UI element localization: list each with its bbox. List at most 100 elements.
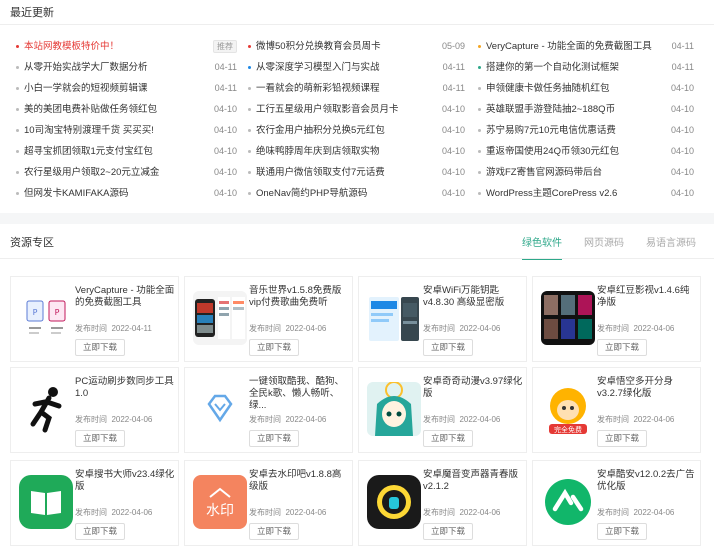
capture-app-icon[interactable]: PP	[19, 291, 73, 345]
recent-item-title[interactable]: VeryCapture - 功能全面的免费截图工具	[486, 36, 664, 57]
download-button[interactable]: 立即下载	[423, 430, 473, 447]
download-button[interactable]: 立即下载	[597, 430, 647, 447]
recent-item[interactable]: 重返帝国使用24Q币领30元红包 04-10	[478, 141, 694, 162]
resource-card-title[interactable]: 安卓悟空多开分身v3.2.7绿化版	[597, 376, 697, 400]
recent-item-title[interactable]: 英雄联盟手游登陆抽2~188Q币	[486, 99, 664, 120]
monkey-king-icon[interactable]: 完全免费	[541, 382, 595, 436]
coolapk-icon[interactable]	[541, 475, 595, 529]
download-button[interactable]: 立即下载	[75, 523, 125, 540]
recent-item-title[interactable]: 重返帝国使用24Q币领30元红包	[486, 141, 664, 162]
recent-item-title[interactable]: 10司淘宝特别渡理千货 买买买!	[24, 120, 204, 141]
resource-card[interactable]: 安卓魔音变声器青春版v2.1.2 发布时间 2022-04-06 立即下载	[358, 460, 527, 546]
book-app-icon[interactable]	[19, 475, 73, 529]
watermark-app-icon[interactable]: 水印	[193, 475, 247, 529]
recent-item-title[interactable]: 本站网教模板特价中！	[24, 36, 204, 57]
recent-item-title[interactable]: 苏宁易购7元10元电信优惠话费	[486, 120, 664, 141]
download-button[interactable]: 立即下载	[597, 339, 647, 356]
recent-item-title[interactable]: OneNav简约PHP导航源码	[256, 183, 436, 204]
download-button[interactable]: 立即下载	[249, 430, 299, 447]
wifi-key-app-icon[interactable]	[367, 291, 421, 345]
resource-card-title[interactable]: 安卓酷安v12.0.2去广告优化版	[597, 469, 697, 493]
music-world-app-icon[interactable]	[193, 291, 247, 345]
recent-item[interactable]: 微博50积分兑换教育会员周卡 05-09	[248, 36, 465, 57]
recent-item[interactable]: 小白一学就会的短视频剪辑课 04-11	[16, 78, 237, 99]
download-button[interactable]: 立即下载	[75, 339, 125, 356]
recent-item[interactable]: 游戏FZ寄售官网源码带后台 04-10	[478, 162, 694, 183]
resource-card-title[interactable]: 安卓奇奇动漫v3.97绿化版	[423, 376, 523, 400]
recent-item[interactable]: 工行五星级用户领取影音会员月卡 04-10	[248, 99, 465, 120]
download-button[interactable]: 立即下载	[423, 339, 473, 356]
resource-card-title[interactable]: PC运动刷步数同步工具1.0	[75, 376, 175, 400]
recent-item-title[interactable]: 绝味鸭脖周年庆到店领取实物	[256, 141, 436, 162]
tab-web-source[interactable]: 网页源码	[584, 234, 624, 260]
recent-item[interactable]: 本站网教模板特价中！ 推荐	[16, 36, 237, 57]
resource-card-title[interactable]: 安卓红豆影视v1.4.6纯净版	[597, 285, 697, 309]
recent-item-title[interactable]: 超寻宝抓团领取1元支付宝红包	[24, 141, 204, 162]
resource-card[interactable]: 安卓奇奇动漫v3.97绿化版 发布时间 2022-04-06 立即下载	[358, 367, 527, 453]
recent-item-title[interactable]: 一看就会的萌新彩铅视频课程	[256, 78, 436, 99]
resource-card-title[interactable]: 安卓搜书大师v23.4绿化版	[75, 469, 175, 493]
tab-easy-language-source[interactable]: 易语言源码	[646, 234, 696, 260]
tab-green-software[interactable]: 绿色软件	[522, 234, 562, 260]
recent-item-title[interactable]: 微博50积分兑换教育会员周卡	[256, 36, 436, 57]
resource-card[interactable]: 水印 安卓去水印吧v1.8.8高级版 发布时间 2022-04-06 立即下载	[184, 460, 353, 546]
download-button[interactable]: 立即下载	[249, 339, 299, 356]
resource-card-title[interactable]: 音乐世界v1.5.8免费版vip付费歌曲免费听	[249, 285, 349, 309]
voice-changer-icon[interactable]	[367, 475, 421, 529]
running-man-icon[interactable]	[19, 382, 73, 436]
download-button[interactable]: 立即下载	[75, 430, 125, 447]
diamond-shape-icon[interactable]	[193, 382, 247, 436]
recent-item-title[interactable]: 联通用户微信领取支付7元话费	[256, 162, 436, 183]
recent-item-title[interactable]: 工行五星级用户领取影音会员月卡	[256, 99, 436, 120]
recent-item[interactable]: 英雄联盟手游登陆抽2~188Q币 04-10	[478, 99, 694, 120]
recent-item-title[interactable]: 从零开始实战学大厂数据分析	[24, 57, 204, 78]
recent-item[interactable]: 申领健康卡做任务抽随机红包 04-10	[478, 78, 694, 99]
resource-card-title[interactable]: 安卓魔音变声器青春版v2.1.2	[423, 469, 523, 493]
recent-item[interactable]: WordPress主题CorePress v2.6 04-10	[478, 183, 694, 204]
resource-card[interactable]: 安卓酷安v12.0.2去广告优化版 发布时间 2022-04-06 立即下载	[532, 460, 701, 546]
recent-item[interactable]: 从零开始实战学大厂数据分析 04-11	[16, 57, 237, 78]
resource-card[interactable]: P P VeryCapture - 功能全面的免费截图工具 发布时间 2022-04-…	[10, 276, 179, 362]
recent-item-title[interactable]: 但网发卡KAMIFAKA源码	[24, 183, 204, 204]
download-button[interactable]: 立即下载	[423, 523, 473, 540]
resource-card[interactable]: 一键领取酷我、酷狗、全民k歌、懒人畅听、绿... 发布时间 2022-04-06 立…	[184, 367, 353, 453]
download-button[interactable]: 立即下载	[597, 523, 647, 540]
recent-item-title[interactable]: 游戏FZ寄售官网源码带后台	[486, 162, 664, 183]
recent-item-title[interactable]: 农行星级用户领取2~20元立减金	[24, 162, 204, 183]
recent-item[interactable]: OneNav简约PHP导航源码 04-10	[248, 183, 465, 204]
recent-item[interactable]: 从零深度学习模型入门与实战 04-11	[248, 57, 465, 78]
recent-item[interactable]: 10司淘宝特别渡理千货 买买买! 04-10	[16, 120, 237, 141]
recent-item[interactable]: 绝味鸭脖周年庆到店领取实物 04-10	[248, 141, 465, 162]
resource-card[interactable]: 完全免费 安卓悟空多开分身v3.2.7绿化版 发布时间 2022-04-06 立即下载	[532, 367, 701, 453]
recent-item-title[interactable]: 美的美团电费补贴做任务领红包	[24, 99, 204, 120]
recent-item[interactable]: 搭建你的第一个自动化测试框架 04-11	[478, 57, 694, 78]
recent-item-title[interactable]: 小白一学就会的短视频剪辑课	[24, 78, 204, 99]
resource-card[interactable]: 安卓搜书大师v23.4绿化版 发布时间 2022-04-06 立即下载	[10, 460, 179, 546]
resource-card[interactable]: 音乐世界v1.5.8免费版vip付费歌曲免费听 发布时间 2022-04-06 立即…	[184, 276, 353, 362]
recent-item-title[interactable]: 农行金用户抽积分兑换5元红包	[256, 120, 436, 141]
download-button[interactable]: 立即下载	[249, 523, 299, 540]
bullet-dot-icon	[248, 87, 251, 90]
recent-item-title[interactable]: 申领健康卡做任务抽随机红包	[486, 78, 664, 99]
resource-card[interactable]: 安卓红豆影视v1.4.6纯净版 发布时间 2022-04-06 立即下载	[532, 276, 701, 362]
recent-item[interactable]: 农行金用户抽积分兑换5元红包 04-10	[248, 120, 465, 141]
resource-card-title[interactable]: 一键领取酷我、酷狗、全民k歌、懒人畅听、绿...	[249, 376, 349, 412]
recent-item-title[interactable]: 从零深度学习模型入门与实战	[256, 57, 436, 78]
resource-card-title[interactable]: 安卓WiFi万能钥匙v4.8.30 高级显密版	[423, 285, 523, 309]
recent-item-title[interactable]: 搭建你的第一个自动化测试框架	[486, 57, 664, 78]
recent-item[interactable]: 联通用户微信领取支付7元话费 04-10	[248, 162, 465, 183]
resource-card[interactable]: PC运动刷步数同步工具1.0 发布时间 2022-04-06 立即下载	[10, 367, 179, 453]
recent-item[interactable]: 农行星级用户领取2~20元立减金 04-10	[16, 162, 237, 183]
recent-item[interactable]: 超寻宝抓团领取1元支付宝红包 04-10	[16, 141, 237, 162]
recent-item[interactable]: VeryCapture - 功能全面的免费截图工具 04-11	[478, 36, 694, 57]
recent-item[interactable]: 一看就会的萌新彩铅视频课程 04-11	[248, 78, 465, 99]
anime-girl-icon[interactable]	[367, 382, 421, 436]
recent-item-title[interactable]: WordPress主题CorePress v2.6	[486, 183, 664, 204]
recent-item[interactable]: 苏宁易购7元10元电信优惠话费 04-10	[478, 120, 694, 141]
resource-card-title[interactable]: VeryCapture - 功能全面的免费截图工具	[75, 285, 175, 309]
recent-item[interactable]: 美的美团电费补贴做任务领红包 04-10	[16, 99, 237, 120]
movie-app-icon[interactable]	[541, 291, 595, 345]
resource-card-title[interactable]: 安卓去水印吧v1.8.8高级版	[249, 469, 349, 493]
recent-item[interactable]: 但网发卡KAMIFAKA源码 04-10	[16, 183, 237, 204]
resource-card[interactable]: 安卓WiFi万能钥匙v4.8.30 高级显密版 发布时间 2022-04-06 立即…	[358, 276, 527, 362]
